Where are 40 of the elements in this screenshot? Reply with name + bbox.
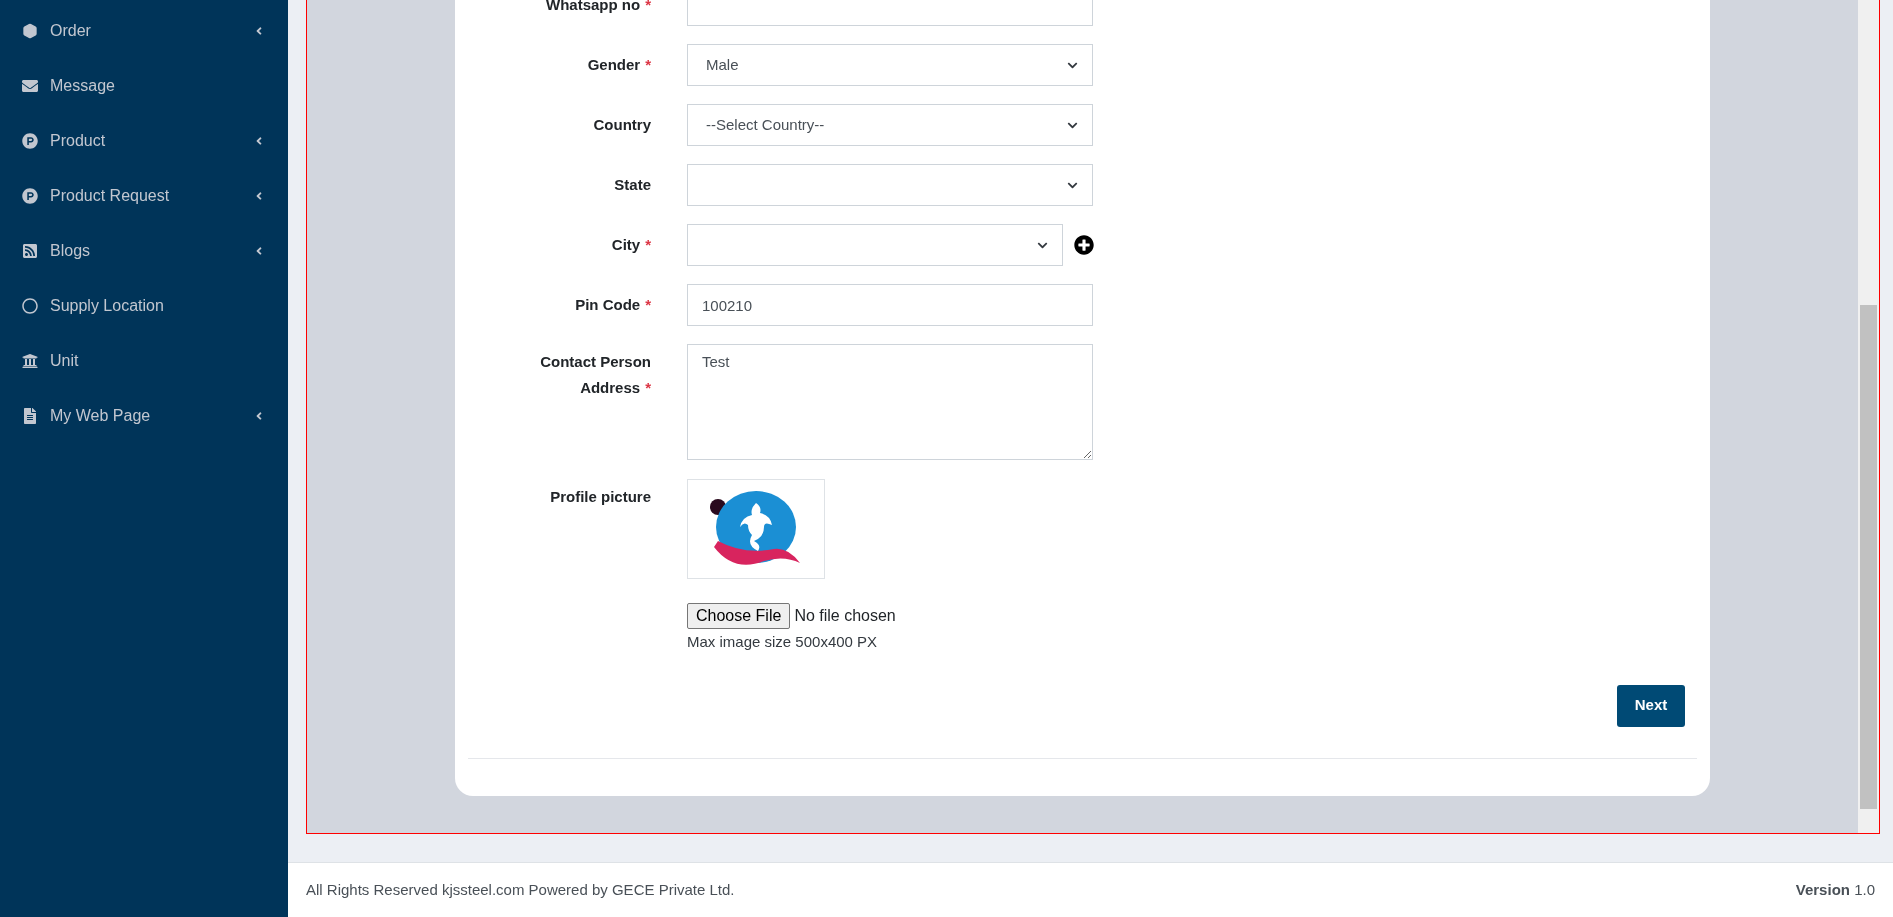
required-mark: *: [645, 56, 651, 73]
field-label: Pin Code *: [575, 296, 651, 313]
choose-file-button[interactable]: Choose File: [687, 603, 791, 629]
add-icon[interactable]: [1074, 235, 1094, 255]
sidebar-item[interactable]: Blogs: [0, 223, 288, 278]
hexagon-icon: [22, 22, 38, 39]
field-label: Country: [593, 116, 651, 133]
sidebar-item[interactable]: Unit: [0, 333, 288, 388]
image-size-hint: Max image size 500x400 PX: [687, 632, 879, 652]
sidebar-item[interactable]: Supply Location: [0, 278, 288, 333]
next-button[interactable]: Next: [1617, 684, 1685, 727]
file-status: No file chosen: [794, 606, 896, 626]
select-field[interactable]: [687, 224, 1063, 266]
address-textarea[interactable]: Test: [687, 344, 1093, 460]
select-field[interactable]: Male: [687, 44, 1093, 86]
field-label: City *: [611, 236, 651, 253]
sidebar-item[interactable]: Product Request: [0, 168, 288, 223]
required-mark: *: [645, 236, 651, 253]
sidebar-item[interactable]: Message: [0, 58, 288, 113]
copyright-text: All Rights Reserved kjssteel.com Powered by GECE Private Ltd.: [306, 879, 735, 900]
version-text: Version 1.0: [1795, 879, 1875, 900]
required-mark: *: [645, 296, 651, 313]
required-mark: *: [645, 0, 651, 13]
sidebar-item[interactable]: Order: [0, 3, 288, 58]
document-icon: [22, 407, 38, 424]
sidebar-item[interactable]: My Web Page: [0, 388, 288, 443]
bank-icon: [22, 352, 38, 369]
text-field[interactable]: 100210: [687, 284, 1093, 326]
select-field[interactable]: [687, 164, 1093, 206]
sidebar-item[interactable]: Product: [0, 113, 288, 168]
rss-icon: [22, 242, 38, 259]
field-label: State: [614, 176, 651, 193]
scrollbar-thumb[interactable]: [1860, 305, 1877, 809]
field-label: Contact Person Address *: [540, 353, 651, 396]
field-label: Profile picture: [550, 488, 651, 505]
scrollbar[interactable]: [1858, 0, 1879, 833]
select-field[interactable]: --Select Country--: [687, 104, 1093, 146]
field-label: Gender *: [587, 56, 651, 73]
required-mark: *: [645, 379, 651, 396]
envelope-icon: [22, 77, 38, 94]
